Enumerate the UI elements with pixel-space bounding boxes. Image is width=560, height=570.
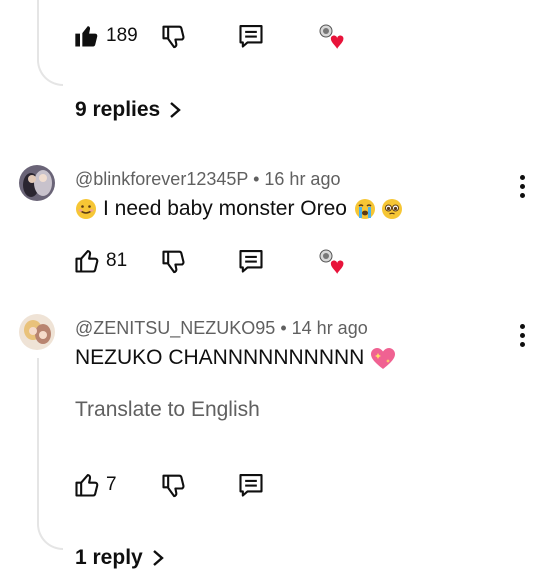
comment-body: NEZUKO CHANNNNNNNNNN xyxy=(75,346,365,369)
author-handle[interactable]: @ZENITSU_NEZUKO95 xyxy=(75,318,275,338)
chevron-right-icon xyxy=(152,550,164,566)
comment-text: NEZUKO CHANNNNNNNNNN xyxy=(75,346,396,370)
like-count: 81 xyxy=(106,250,128,271)
timestamp: 14 hr ago xyxy=(291,318,368,338)
thread-line xyxy=(37,0,63,86)
translate-button[interactable]: Translate to English xyxy=(75,398,260,422)
comment-meta: @blinkforever12345P • 16 hr ago xyxy=(75,169,340,190)
timestamp: 16 hr ago xyxy=(264,169,341,189)
thumbs-down-icon[interactable] xyxy=(160,22,188,50)
more-vertical-icon[interactable] xyxy=(518,324,526,347)
avatar[interactable] xyxy=(19,314,55,350)
creator-heart-icon xyxy=(319,24,344,50)
avatar[interactable] xyxy=(19,165,55,201)
view-replies-button[interactable]: 1 reply xyxy=(75,546,165,570)
thumbs-down-icon[interactable] xyxy=(160,471,188,499)
comment-text: I need baby monster Oreo xyxy=(75,197,403,221)
comment-body: I need baby monster Oreo xyxy=(103,197,347,220)
comment-reply-icon[interactable] xyxy=(237,247,265,275)
sparkling-heart-icon xyxy=(370,347,396,369)
thumbs-up-icon[interactable] xyxy=(73,22,101,50)
view-replies-button[interactable]: 9 replies xyxy=(75,98,182,122)
meta-separator: • xyxy=(280,318,287,338)
pleading-face-icon xyxy=(381,198,403,220)
like-count: 7 xyxy=(106,474,117,495)
thumbs-up-icon[interactable] xyxy=(73,471,101,499)
thumbs-up-icon[interactable] xyxy=(73,247,101,275)
creator-heart-icon xyxy=(319,249,344,275)
author-handle[interactable]: @blinkforever12345P xyxy=(75,169,248,189)
crying-face-icon xyxy=(353,198,375,220)
chevron-right-icon xyxy=(170,102,182,118)
thumbs-down-icon[interactable] xyxy=(160,247,188,275)
comment-meta: @ZENITSU_NEZUKO95 • 14 hr ago xyxy=(75,318,368,339)
comment-reply-icon[interactable] xyxy=(237,22,265,50)
meta-separator: • xyxy=(253,169,260,189)
replies-label: 9 replies xyxy=(75,98,161,121)
comment-reply-icon[interactable] xyxy=(237,471,265,499)
smiling-face-icon xyxy=(75,198,97,220)
like-count: 189 xyxy=(106,25,138,46)
replies-label: 1 reply xyxy=(75,546,143,569)
thread-line xyxy=(37,358,63,550)
more-vertical-icon[interactable] xyxy=(518,175,526,198)
